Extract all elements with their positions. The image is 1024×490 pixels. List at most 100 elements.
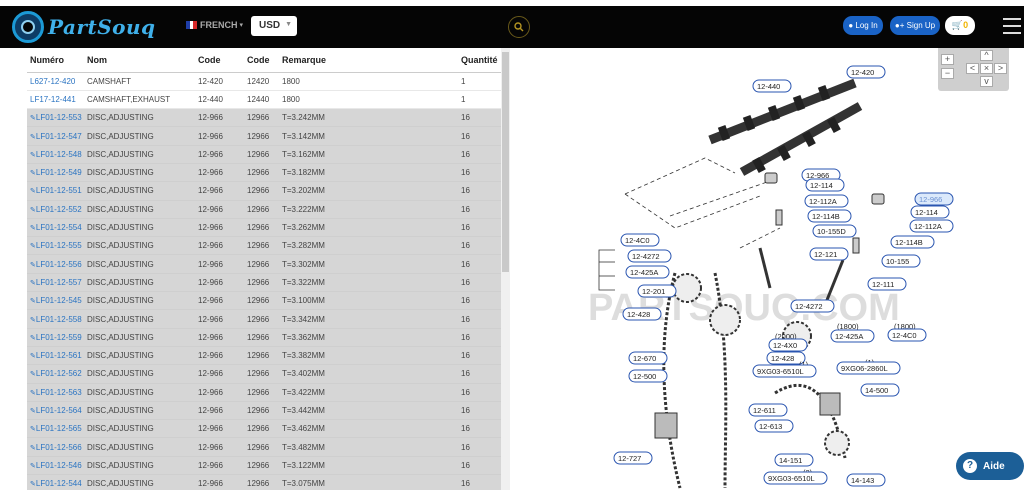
table-row[interactable]: ✎LF01-12-545 DISC,ADJUSTING 12-966 12966 T=3…	[27, 291, 501, 311]
language-selector[interactable]: FRENCH ▾	[186, 20, 243, 30]
cell-part-number[interactable]: ✎LF01-12-561	[27, 346, 84, 366]
table-row[interactable]: ✎LF01-12-553 DISC,ADJUSTING 12-966 12966 T=3…	[27, 108, 501, 128]
cell-part-number[interactable]: ✎LF01-12-565	[27, 419, 84, 439]
table-row[interactable]: ✎LF01-12-565 DISC,ADJUSTING 12-966 12966 T=3…	[27, 419, 501, 439]
callout-label[interactable]: 12-4272	[632, 252, 660, 261]
table-row[interactable]: L627-12-420 CAMSHAFT 12-420 12420 1800 1	[27, 72, 501, 91]
zoom-in-button[interactable]: +	[941, 54, 954, 65]
callout-label[interactable]: 12-613	[759, 422, 782, 431]
cell-part-number[interactable]: ✎LF01-12-563	[27, 383, 84, 402]
table-row[interactable]: ✎LF01-12-556 DISC,ADJUSTING 12-966 12966 T=3…	[27, 254, 501, 274]
cell-part-number[interactable]: ✎LF01-12-546	[27, 456, 84, 476]
callout-label[interactable]: 12-440	[757, 82, 780, 91]
callout-label[interactable]: 12-727	[618, 454, 641, 463]
cell-part-number[interactable]: ✎LF01-12-551	[27, 181, 84, 201]
callout-label[interactable]: 12-201	[642, 287, 665, 296]
table-row[interactable]: ✎LF01-12-562 DISC,ADJUSTING 12-966 12966 T=3…	[27, 364, 501, 384]
zoom-out-button[interactable]: −	[941, 68, 954, 79]
cell-part-number[interactable]: ✎LF01-12-559	[27, 328, 84, 347]
cell-part-number[interactable]: ✎LF01-12-556	[27, 254, 84, 274]
col-header-remarque[interactable]: Remarque	[279, 48, 458, 73]
callout-label[interactable]: 12-4C0	[892, 331, 917, 340]
table-row[interactable]: ✎LF01-12-564 DISC,ADJUSTING 12-966 12966 T=3…	[27, 401, 501, 421]
callout-label[interactable]: 12-966	[919, 195, 942, 204]
table-row[interactable]: ✎LF01-12-566 DISC,ADJUSTING 12-966 12966 T=3…	[27, 437, 501, 457]
col-header-quantite[interactable]: Quantité	[458, 48, 501, 73]
callout-label[interactable]: 12-4272	[795, 302, 823, 311]
search-icon[interactable]	[508, 16, 530, 38]
signup-button[interactable]: ●+ Sign Up	[890, 16, 940, 35]
table-row[interactable]: ✎LF01-12-547 DISC,ADJUSTING 12-966 12966 T=3…	[27, 126, 501, 146]
callout-label[interactable]: 12-4X0	[773, 341, 797, 350]
table-row[interactable]: ✎LF01-12-554 DISC,ADJUSTING 12-966 12966 T=3…	[27, 218, 501, 238]
table-row[interactable]: ✎LF01-12-558 DISC,ADJUSTING 12-966 12966 T=3…	[27, 309, 501, 329]
cell-part-number[interactable]: ✎LF01-12-547	[27, 126, 84, 146]
cell-part-number[interactable]: ✎LF01-12-544	[27, 474, 84, 490]
callout-label[interactable]: 12-114B	[812, 212, 840, 221]
pan-right-button[interactable]: >	[994, 63, 1007, 74]
table-row[interactable]: ✎LF01-12-559 DISC,ADJUSTING 12-966 12966 T=3…	[27, 328, 501, 347]
callout-label[interactable]: 12-112A	[809, 197, 837, 206]
callout-label[interactable]: 12-420	[851, 68, 874, 77]
col-header-code-2[interactable]: Code	[244, 48, 279, 73]
cell-part-number[interactable]: ✎LF01-12-555	[27, 236, 84, 256]
callout-label[interactable]: 12-111	[872, 280, 894, 289]
table-row[interactable]: ✎LF01-12-552 DISC,ADJUSTING 12-966 12966 T=3…	[27, 200, 501, 219]
table-row[interactable]: ✎LF01-12-551 DISC,ADJUSTING 12-966 12966 T=3…	[27, 181, 501, 201]
callout-label[interactable]: 12-611	[753, 406, 776, 415]
callout-label[interactable]: 12-500	[633, 372, 656, 381]
currency-select[interactable]: USD ▼	[251, 16, 297, 36]
callout-label[interactable]: 14-500	[865, 386, 888, 395]
callout-label[interactable]: 12-114	[810, 181, 833, 190]
cell-part-number[interactable]: ✎LF01-12-545	[27, 291, 84, 311]
callout-label[interactable]: 12-425A	[630, 268, 658, 277]
table-row[interactable]: ✎LF01-12-555 DISC,ADJUSTING 12-966 12966 T=3…	[27, 236, 501, 256]
cell-part-number[interactable]: ✎LF01-12-566	[27, 437, 84, 457]
cell-part-number[interactable]: ✎LF01-12-562	[27, 364, 84, 384]
cart-button[interactable]: 🛒0	[945, 16, 975, 35]
callout-label[interactable]: 10-155D	[817, 227, 846, 236]
callout-label[interactable]: 9XG06-2860L	[841, 364, 888, 373]
parts-diagram[interactable]: PARTSOUQ.COM 12-44012-42012-96612-11412-…	[585, 48, 1024, 490]
table-row[interactable]: ✎LF01-12-546 DISC,ADJUSTING 12-966 12966 T=3…	[27, 456, 501, 476]
pan-up-button[interactable]: ^	[980, 50, 993, 61]
callout-label[interactable]: 12-114B	[895, 238, 923, 247]
callout-label[interactable]: 12-114	[915, 208, 938, 217]
table-row[interactable]: ✎LF01-12-548 DISC,ADJUSTING 12-966 12966 T=3…	[27, 145, 501, 164]
callout-label[interactable]: 12-670	[633, 354, 656, 363]
table-row[interactable]: ✎LF01-12-549 DISC,ADJUSTING 12-966 12966 T=3…	[27, 163, 501, 183]
callout-label[interactable]: 9XG03-6510L	[757, 367, 804, 376]
cell-part-number[interactable]: ✎LF01-12-549	[27, 163, 84, 183]
reset-view-button[interactable]: ×	[980, 63, 993, 74]
pan-left-button[interactable]: <	[966, 63, 979, 74]
callout-label[interactable]: 14-143	[851, 476, 874, 485]
callout-label[interactable]: 12-428	[627, 310, 650, 319]
callout-label[interactable]: 10-155	[886, 257, 909, 266]
cell-part-number[interactable]: ✎LF01-12-558	[27, 309, 84, 329]
hamburger-icon[interactable]	[1003, 18, 1021, 34]
cell-part-number[interactable]: ✎LF01-12-548	[27, 145, 84, 164]
cell-part-number[interactable]: ✎LF01-12-553	[27, 108, 84, 128]
logo[interactable]: PartSouq	[12, 9, 156, 45]
cell-part-number[interactable]: ✎LF01-12-564	[27, 401, 84, 421]
table-row[interactable]: ✎LF01-12-544 DISC,ADJUSTING 12-966 12966 T=3…	[27, 474, 501, 490]
pan-down-button[interactable]: v	[980, 76, 993, 87]
cell-part-number[interactable]: ✎LF01-12-554	[27, 218, 84, 238]
callout-label[interactable]: 12-428	[771, 354, 794, 363]
callout-label[interactable]: 12-112A	[914, 222, 942, 231]
col-header-nom[interactable]: Nom	[84, 48, 195, 73]
table-row[interactable]: ✎LF01-12-563 DISC,ADJUSTING 12-966 12966 T=3…	[27, 383, 501, 402]
callout-label[interactable]: 12-425A	[835, 332, 863, 341]
cell-part-number[interactable]: ✎LF01-12-552	[27, 200, 84, 219]
table-row[interactable]: ✎LF01-12-561 DISC,ADJUSTING 12-966 12966 T=3…	[27, 346, 501, 366]
cell-part-number[interactable]: LF17-12-441	[27, 90, 84, 110]
cell-part-number[interactable]: L627-12-420	[27, 72, 84, 91]
callout-label[interactable]: 12-4C0	[625, 236, 650, 245]
table-scroll-thumb[interactable]	[502, 52, 509, 272]
login-button[interactable]: ● Log In	[843, 16, 883, 35]
table-row[interactable]: LF17-12-441 CAMSHAFT,EXHAUST 12-440 12440 18…	[27, 90, 501, 110]
table-row[interactable]: ✎LF01-12-557 DISC,ADJUSTING 12-966 12966 T=3…	[27, 273, 501, 293]
col-header-numero[interactable]: Numéro	[27, 48, 84, 73]
callout-label[interactable]: 12-121	[814, 250, 837, 259]
callout-label[interactable]: 14-151	[779, 456, 802, 465]
